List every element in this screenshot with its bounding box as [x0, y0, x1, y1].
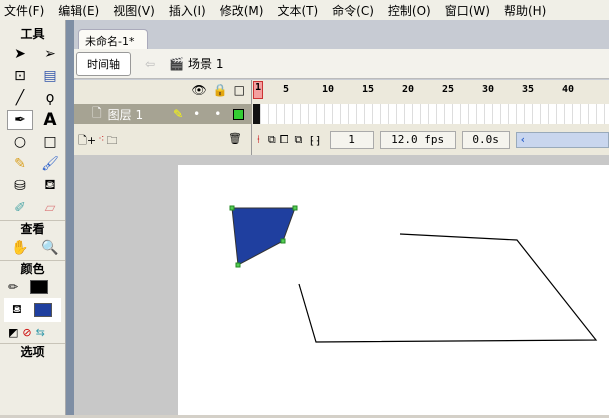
- color-title: 颜色: [0, 260, 65, 276]
- ruler-label: 15: [362, 84, 375, 95]
- layer-name[interactable]: 图层 1: [108, 106, 143, 123]
- stage-drawing: [229, 205, 598, 343]
- elapsed-time: 0.0s: [461, 131, 510, 149]
- menu-modify[interactable]: 修改(M): [220, 2, 264, 19]
- add-guide-layer-icon[interactable]: ⁖: [98, 132, 104, 151]
- layer-outline-color[interactable]: [233, 108, 245, 120]
- zoom-tool-icon[interactable]: 🔍: [37, 238, 63, 258]
- ruler-label: 40: [562, 84, 575, 95]
- blue-quadrilateral-shape[interactable]: [231, 207, 296, 266]
- menu-help[interactable]: 帮助(H): [504, 2, 546, 19]
- ruler-label: 20: [402, 84, 415, 95]
- stage[interactable]: [178, 165, 609, 415]
- pencil-tool-icon[interactable]: ✎: [7, 154, 33, 174]
- menu-view[interactable]: 视图(V): [113, 2, 155, 19]
- outline-icon[interactable]: □: [234, 83, 245, 97]
- tools-title: 工具: [20, 27, 45, 41]
- document-window: 未命名-1* 时间轴 ⇦ 🎬 场景 1 👁 🔒 □ 🗋 图层 1 ✎ • • 🗋…: [74, 20, 609, 415]
- keyframe[interactable]: [253, 104, 260, 124]
- lock-dot[interactable]: •: [214, 107, 221, 121]
- timeline: 👁 🔒 □ 🗋 图层 1 ✎ • • 🗋+ ⁖ 🗀 🗑 1 5 10 15 20…: [74, 80, 609, 155]
- menu-text[interactable]: 文本(T): [277, 2, 318, 19]
- onion-outline-icon[interactable]: ⧠: [280, 133, 289, 147]
- scene-label[interactable]: 场景 1: [188, 55, 223, 72]
- menu-commands[interactable]: 命令(C): [332, 2, 374, 19]
- scene-icon: 🎬: [169, 56, 185, 71]
- document-tab[interactable]: 未命名-1*: [78, 29, 148, 49]
- lasso-tool-icon[interactable]: ϙ: [37, 88, 63, 108]
- timeline-scrollbar[interactable]: ‹: [515, 132, 609, 148]
- edit-multiple-frames-icon[interactable]: ⧉: [295, 133, 303, 147]
- ruler-label: 25: [442, 84, 455, 95]
- subselect-tool-icon[interactable]: ➢: [37, 44, 63, 64]
- brush-tool-icon[interactable]: 🖌: [37, 154, 63, 174]
- eye-icon[interactable]: 👁: [191, 83, 206, 97]
- fill-color-swatch[interactable]: [33, 303, 52, 317]
- center-frame-icon[interactable]: ⍿: [257, 133, 260, 147]
- fill-color-icon: ⛾: [12, 302, 22, 316]
- no-color-icon[interactable]: ⊘: [22, 326, 31, 339]
- insert-layer-icon[interactable]: 🗋+: [78, 132, 96, 151]
- ruler-label: 10: [322, 84, 335, 95]
- hand-tool-icon[interactable]: ✋: [7, 238, 33, 258]
- ruler-label: 30: [482, 84, 495, 95]
- menu-edit[interactable]: 编辑(E): [58, 2, 99, 19]
- menu-insert[interactable]: 插入(I): [169, 2, 206, 19]
- eyedropper-tool-icon[interactable]: ✐: [7, 198, 33, 218]
- menu-window[interactable]: 窗口(W): [445, 2, 490, 19]
- default-colors-icon[interactable]: ◩: [8, 326, 18, 339]
- lock-icon[interactable]: 🔒: [213, 83, 228, 97]
- layer-icon: 🗋: [92, 105, 102, 120]
- pencil-edit-icon: ✎: [173, 107, 184, 121]
- text-tool-icon[interactable]: A: [37, 110, 63, 130]
- onion-markers-icon[interactable]: ⁅⁆: [308, 134, 321, 147]
- ruler-label: 35: [522, 84, 535, 95]
- ruler-label: 5: [283, 84, 290, 95]
- arrow-tool-icon[interactable]: ➤: [7, 44, 33, 64]
- rectangle-tool-icon[interactable]: □: [37, 132, 63, 152]
- back-arrow-icon[interactable]: ⇦: [145, 57, 155, 71]
- free-transform-tool-icon[interactable]: ⊡: [7, 66, 33, 86]
- pen-tool-icon[interactable]: ✒: [7, 110, 33, 130]
- pen-path[interactable]: [298, 233, 598, 343]
- timeline-toggle-button[interactable]: 时间轴: [76, 51, 131, 76]
- fill-transform-tool-icon[interactable]: ▤: [37, 66, 63, 86]
- paint-bucket-tool-icon[interactable]: ⛾: [37, 176, 63, 196]
- frame-rate[interactable]: 12.0 fps: [379, 131, 456, 149]
- menu-file[interactable]: 文件(F): [4, 2, 44, 19]
- ink-bottle-tool-icon[interactable]: ⛁: [7, 176, 33, 196]
- options-title: 选项: [0, 343, 65, 359]
- onion-skin-icon[interactable]: ⧉: [268, 133, 276, 147]
- visibility-dot[interactable]: •: [193, 107, 200, 121]
- view-title: 查看: [0, 220, 65, 236]
- layer-row[interactable]: 🗋 图层 1 ✎ • •: [74, 104, 252, 124]
- stroke-color-icon: ✏: [8, 280, 19, 294]
- panel-divider: [66, 20, 74, 415]
- delete-layer-icon[interactable]: 🗑: [228, 132, 242, 151]
- insert-folder-icon[interactable]: 🗀: [107, 132, 118, 151]
- oval-tool-icon[interactable]: ○: [7, 132, 33, 152]
- frame-ruler[interactable]: 1 5 10 15 20 25 30 35 40: [253, 80, 609, 100]
- current-frame: 1: [329, 131, 374, 149]
- stage-area: [74, 155, 609, 415]
- stroke-color-swatch[interactable]: [30, 280, 49, 294]
- swap-colors-icon[interactable]: ⇆: [36, 326, 45, 339]
- line-tool-icon[interactable]: ╱: [7, 88, 33, 108]
- ruler-label: 1: [253, 81, 264, 99]
- tools-panel: 工具 ➤ ➢ ⊡ ▤ ╱ ϙ ✒ A ○ □ ✎ 🖌 ⛁ ⛾ ✐ ▱ 查看 ✋ …: [0, 20, 66, 415]
- frame-row[interactable]: [253, 104, 609, 124]
- menu-control[interactable]: 控制(O): [388, 2, 431, 19]
- menu-bar: 文件(F) 编辑(E) 视图(V) 插入(I) 修改(M) 文本(T) 命令(C…: [0, 0, 609, 20]
- eraser-tool-icon[interactable]: ▱: [37, 198, 63, 218]
